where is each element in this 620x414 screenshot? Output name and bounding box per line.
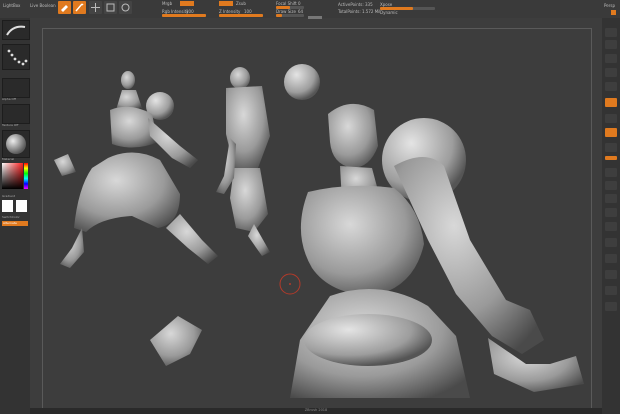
local-button[interactable] — [605, 143, 617, 152]
aahalf-button[interactable] — [605, 98, 617, 107]
scale-icon — [106, 3, 115, 12]
polyf-button[interactable] — [605, 238, 617, 247]
scroll-button[interactable] — [605, 54, 617, 63]
sculpt-figure-3[interactable] — [290, 103, 584, 398]
frame-button[interactable] — [605, 181, 617, 190]
transp-button[interactable] — [605, 254, 617, 263]
persp-indicator — [611, 10, 616, 15]
texture-thumbnail[interactable] — [2, 104, 30, 124]
sculpt-viewport[interactable] — [30, 18, 602, 408]
brush-thumbnail[interactable] — [2, 20, 30, 40]
dynamic-persp-button[interactable] — [605, 114, 617, 123]
secondary-color-swatch[interactable] — [16, 200, 27, 212]
draw-icon — [75, 3, 84, 12]
rotate-mode-button[interactable] — [119, 1, 132, 14]
lsym-button[interactable] — [605, 156, 617, 160]
rotate-view-button[interactable] — [605, 222, 617, 231]
draw-size-slider[interactable] — [276, 14, 304, 17]
zoom-button[interactable] — [605, 68, 617, 77]
lightbox-button[interactable]: LightBox — [3, 3, 20, 8]
edit-icon — [61, 5, 68, 12]
right-shelf — [601, 18, 620, 414]
mrgb-active[interactable] — [180, 1, 194, 6]
color-picker-icon — [2, 163, 28, 189]
active-points-readout: ActivePoints: 335 — [338, 2, 373, 7]
live-boolean-button[interactable]: Live Boolean — [30, 3, 56, 8]
material-label: Material — [2, 157, 15, 161]
rgb-intensity-slider[interactable] — [162, 14, 206, 17]
move-view-button[interactable] — [605, 194, 617, 203]
xpose-view-button[interactable] — [605, 302, 617, 311]
document-canvas[interactable] — [30, 16, 602, 410]
gradient-label: Gradient — [2, 194, 16, 198]
scale-view-button[interactable] — [605, 208, 617, 217]
material-thumbnail[interactable] — [2, 130, 30, 158]
color-picker[interactable] — [2, 163, 28, 193]
scale-mode-button[interactable] — [104, 1, 117, 14]
brush-icon — [6, 25, 26, 36]
alpha-thumbnail[interactable] — [2, 78, 30, 98]
sculpt-part-foot[interactable] — [150, 316, 202, 366]
sculpt-part-small-hand[interactable] — [54, 154, 76, 176]
persp-label[interactable]: Persp — [604, 3, 615, 8]
status-text: ZBrush 2018 — [304, 408, 328, 412]
draw-mode-button[interactable] — [73, 1, 86, 14]
total-points-readout: TotalPoints: 1.572 Mil — [338, 9, 381, 14]
stroke-thumbnail[interactable] — [2, 44, 30, 70]
stroke-dots-icon — [7, 49, 28, 66]
switch-color-label[interactable]: SwitchColor — [2, 215, 20, 219]
mrgb-button[interactable]: Mrgb — [162, 1, 172, 6]
zsub-button[interactable]: Zsub — [236, 1, 246, 6]
edit-mode-button[interactable] — [58, 1, 71, 14]
floor-button[interactable] — [605, 128, 617, 137]
alternate-button[interactable]: Alternate — [2, 221, 28, 226]
move-mode-button[interactable] — [89, 1, 102, 14]
texture-off-label: Texture Off — [2, 123, 19, 127]
gxyz-button[interactable] — [605, 168, 617, 177]
move-icon — [91, 3, 100, 12]
alpha-off-label: Alpha Off — [2, 97, 16, 101]
status-bar: ZBrush 2018 — [30, 408, 602, 414]
solo-button[interactable] — [605, 286, 617, 295]
z-intensity-slider[interactable] — [219, 14, 263, 17]
ghost-button[interactable] — [605, 270, 617, 279]
spix-button[interactable] — [605, 40, 617, 49]
main-color-swatch[interactable] — [2, 200, 13, 212]
rotate-icon — [121, 3, 130, 12]
actual-button[interactable] — [605, 82, 617, 91]
zadd-button[interactable] — [219, 1, 233, 6]
dynamic-label[interactable]: Dynamic — [380, 10, 398, 15]
alternate-label: Alternate — [3, 221, 17, 225]
sculpt-figure-1[interactable] — [60, 71, 218, 268]
brush-cursor-icon — [279, 273, 301, 295]
bpr-button[interactable] — [605, 28, 617, 37]
material-sphere-icon — [6, 134, 26, 154]
left-tray: Alpha Off Texture Off Material Gradient … — [0, 18, 31, 414]
